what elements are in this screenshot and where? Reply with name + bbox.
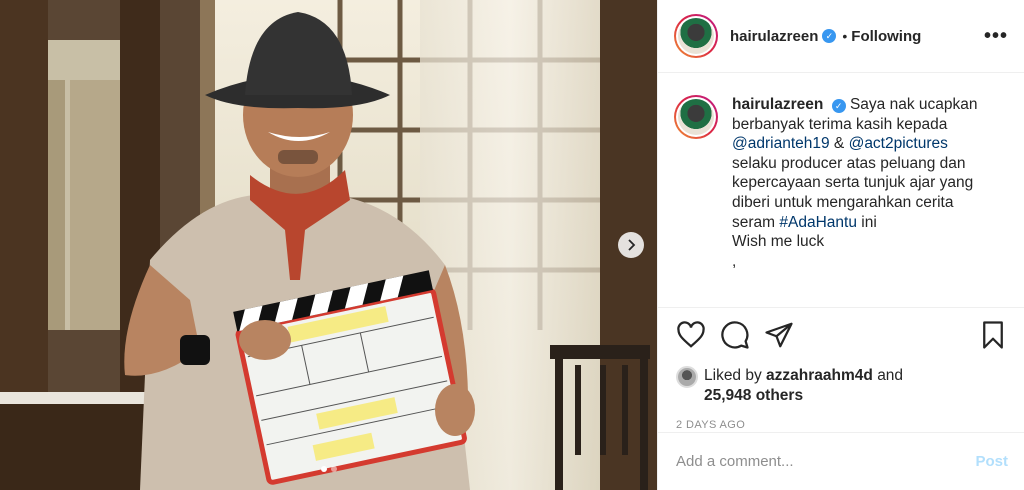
caption-username[interactable]: hairulazreen	[732, 96, 823, 113]
header-username[interactable]: hairulazreen	[730, 28, 818, 45]
caption-line: Wish me luck	[732, 233, 825, 251]
caption-line: kepercayaan serta tunjuk ajar yang	[732, 174, 974, 192]
follow-separator: •	[842, 28, 848, 44]
carousel-indicator	[320, 466, 337, 472]
post-photo[interactable]	[0, 0, 657, 490]
caption-line: selaku producer atas peluang dan	[732, 154, 966, 172]
post-details-panel: hairulazreen ✓ • Following ••• hairulazr…	[657, 0, 1024, 490]
verified-badge-icon: ✓	[822, 29, 837, 43]
post-actions: Liked by azzahraahm4d and 25,948 others …	[658, 307, 1024, 431]
liker-avatar[interactable]	[676, 366, 698, 388]
likes-count-link[interactable]: 25,948 others	[704, 387, 803, 404]
bookmark-icon[interactable]	[978, 320, 1008, 350]
post-timestamp[interactable]: 2 DAYS AGO	[676, 419, 1008, 431]
heart-icon[interactable]	[676, 320, 706, 350]
caption-line: diberi untuk mengarahkan cerita	[732, 193, 954, 211]
caption-line: seram	[732, 213, 776, 231]
liked-prefix: Liked by	[704, 367, 762, 384]
liked-and: and	[877, 367, 904, 384]
paper-plane-icon[interactable]	[764, 320, 794, 350]
post-header: hairulazreen ✓ • Following •••	[658, 0, 1024, 73]
carousel-dot	[330, 466, 337, 472]
liked-user-link[interactable]: azzahraahm4d	[766, 367, 873, 384]
caption-line: Saya nak ucapkan	[849, 96, 978, 113]
mention-link[interactable]: @act2pictures	[849, 135, 948, 152]
more-options-icon[interactable]: •••	[984, 25, 1008, 48]
likes-summary: Liked by azzahraahm4d and 25,948 others	[676, 366, 1008, 405]
avatar[interactable]	[674, 14, 718, 58]
carousel-dot-active	[320, 466, 327, 472]
post-caption: hairulazreen ✓ Saya nak ucapkan berbanya…	[658, 73, 1024, 309]
chevron-right-icon	[628, 239, 636, 251]
caption-amp: &	[833, 135, 845, 153]
mention-link[interactable]: @adrianteh19	[732, 135, 830, 152]
caption-line: ini	[861, 213, 877, 231]
post-comment-button[interactable]: Post	[975, 453, 1008, 470]
comment-icon[interactable]	[720, 320, 750, 350]
post-image	[0, 0, 657, 490]
caption-text: hairulazreen ✓ Saya nak ucapkan berbanya…	[732, 95, 977, 309]
caption-line: ,	[732, 252, 737, 270]
comment-input[interactable]	[676, 453, 976, 470]
following-button[interactable]: Following	[851, 28, 921, 45]
hashtag-link[interactable]: #AdaHantu	[779, 214, 857, 231]
verified-badge-icon: ✓	[831, 99, 846, 113]
caption-line: berbanyak terima kasih kepada	[732, 115, 948, 133]
next-image-button[interactable]	[618, 232, 644, 258]
caption-avatar[interactable]	[674, 95, 718, 139]
comment-box: Post	[658, 432, 1024, 490]
